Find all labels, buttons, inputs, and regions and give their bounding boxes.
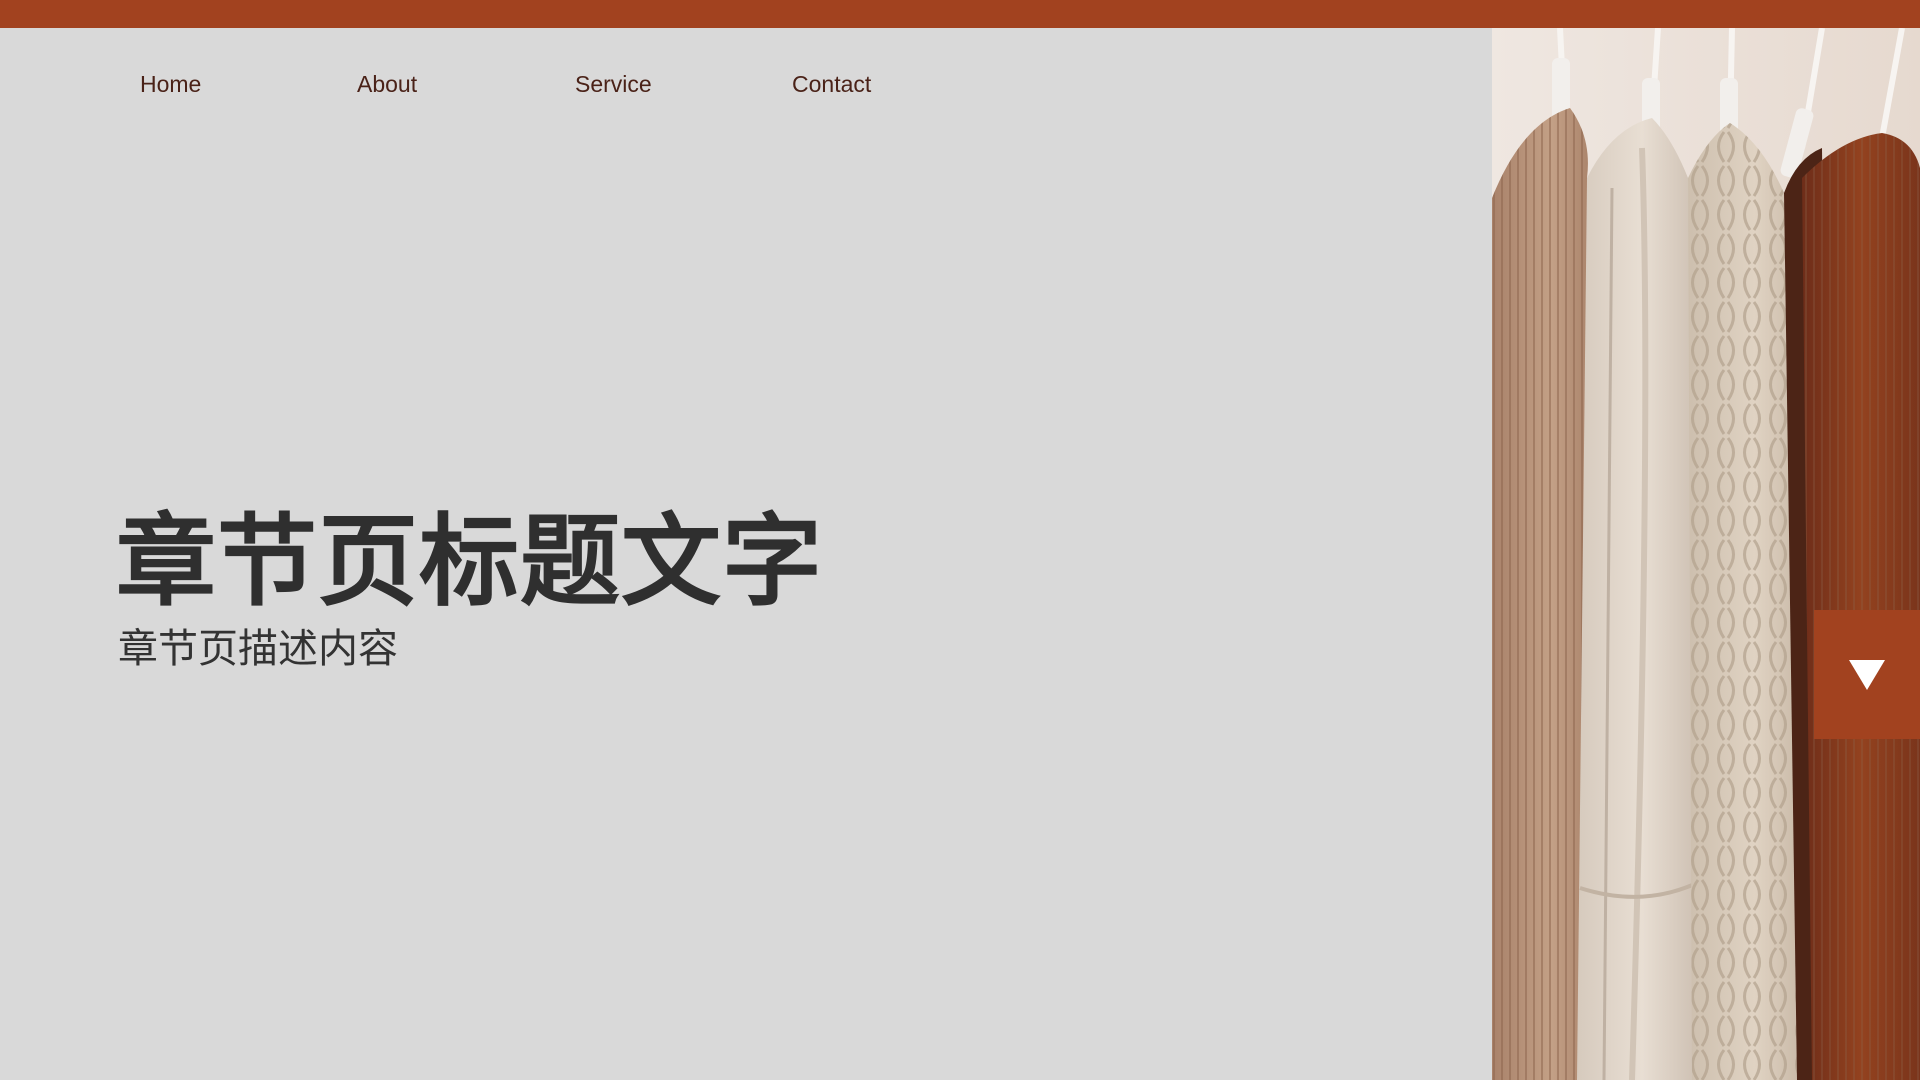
clothing-rack-photo xyxy=(1492,28,1920,1080)
triangle-down-icon xyxy=(1849,659,1885,690)
scroll-down-button[interactable] xyxy=(1814,610,1920,739)
nav-link-service[interactable]: Service xyxy=(575,71,652,98)
nav-link-contact[interactable]: Contact xyxy=(792,71,871,98)
nav-link-home[interactable]: Home xyxy=(140,71,201,98)
top-accent-bar xyxy=(0,0,1920,28)
nav-link-about[interactable]: About xyxy=(357,71,417,98)
page-title: 章节页标题文字 xyxy=(116,503,823,620)
page-subtitle: 章节页描述内容 xyxy=(118,626,398,672)
